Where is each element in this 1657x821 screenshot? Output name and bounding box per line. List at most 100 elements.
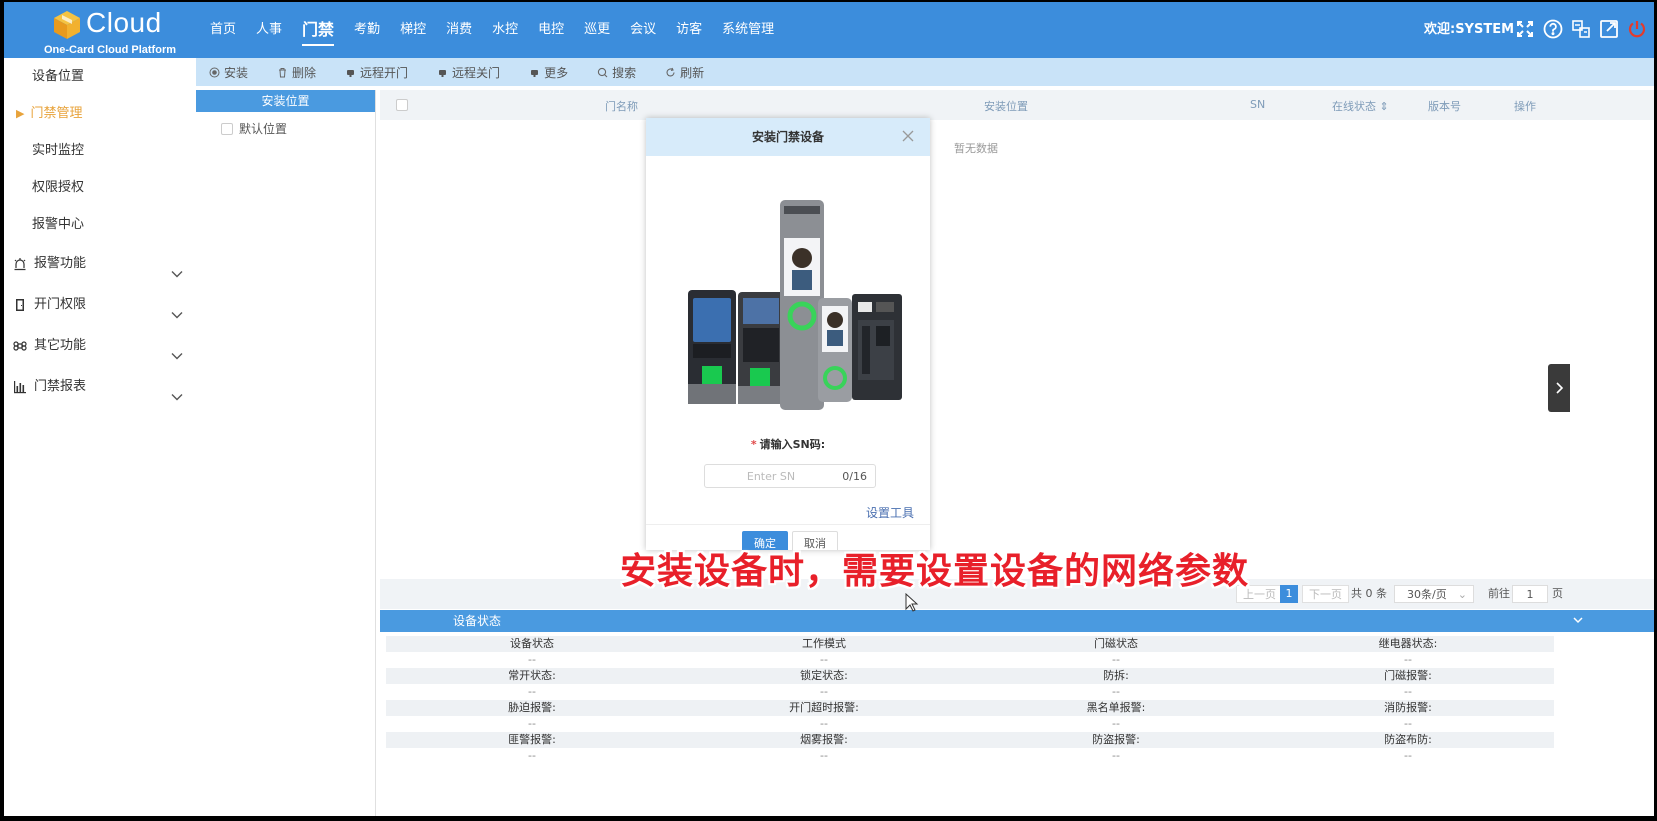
logo-text: Cloud — [86, 7, 162, 38]
toolbar-button-2[interactable]: 远程开门 — [344, 64, 408, 81]
sidebar-group-label: 报警功能 — [34, 256, 87, 271]
device-status-panel: 设备状态 设备状态 工作模式 门磁状态 继电器状态: -- -- -- -- 常开状态: 锁定状态… — [380, 610, 1654, 816]
select-all-checkbox[interactable] — [396, 99, 408, 111]
column-online-status[interactable]: 在线状态 ⇕ — [1332, 98, 1389, 114]
external-link-icon[interactable] — [1598, 18, 1620, 40]
status-value: -- — [820, 717, 828, 730]
sn-label-text: 请输入SN码: — [759, 438, 826, 451]
sidebar-item-4[interactable]: 报警中心 — [4, 206, 194, 243]
sidebar-item-2[interactable]: 实时监控 — [4, 132, 194, 169]
status-value: -- — [1112, 749, 1120, 762]
nav-item-2[interactable]: 门禁 — [302, 2, 335, 58]
status-value-row: -- -- -- -- — [386, 652, 1554, 668]
toolbar-button-6[interactable]: 刷新 — [664, 64, 704, 81]
set-tool-link[interactable]: 设置工具 — [866, 504, 914, 521]
status-label: 设备状态 — [510, 637, 554, 650]
power-icon[interactable] — [1626, 18, 1648, 40]
refresh-icon — [664, 66, 676, 78]
location-item-default[interactable]: 默认位置 — [196, 120, 375, 137]
chevron-down-icon[interactable] — [170, 339, 184, 360]
nav-item-8[interactable]: 巡更 — [584, 2, 610, 58]
sn-input[interactable] — [705, 465, 837, 487]
alarm-icon — [12, 256, 28, 272]
status-label-row: 常开状态: 锁定状态: 防拆: 门磁报警: — [386, 668, 1554, 684]
install-device-modal: 安装门禁设备 * 请输入SN码: Enter SN 0/16 设置工具 确定 取… — [646, 118, 930, 550]
chevron-down-icon[interactable] — [1572, 614, 1584, 626]
header-actions — [1514, 18, 1648, 40]
sidebar-group-0[interactable]: 报警功能 — [4, 243, 194, 284]
status-panel-title: 设备状态 — [453, 614, 502, 628]
column-version[interactable]: 版本号 — [1428, 98, 1461, 114]
close-icon[interactable] — [902, 130, 914, 142]
sidebar-group-label: 其它功能 — [34, 338, 87, 353]
sidebar-group-1[interactable]: 开门权限 — [4, 284, 194, 325]
toolbar-button-label: 远程开门 — [360, 65, 409, 80]
sidebar-item-1[interactable]: ▶ 门禁管理 — [4, 95, 194, 132]
toolbar-button-1[interactable]: 删除 — [276, 64, 316, 81]
nav-item-5[interactable]: 消费 — [446, 2, 472, 58]
chevron-down-icon[interactable] — [170, 380, 184, 401]
nav-item-0[interactable]: 首页 — [210, 2, 236, 58]
page-size-select[interactable]: 30条/页 ⌄ — [1394, 585, 1474, 603]
nav-item-10[interactable]: 访客 — [676, 2, 702, 58]
status-label: 门磁状态 — [1094, 637, 1138, 650]
status-value: -- — [820, 749, 828, 762]
toolbar-button-label: 更多 — [544, 65, 569, 80]
nav-item-9[interactable]: 会议 — [630, 2, 656, 58]
sidebar-group-3[interactable]: 门禁报表 — [4, 366, 194, 407]
status-label-row: 胁迫报警: 开门超时报警: 黑名单报警: 消防报警: — [386, 700, 1554, 716]
status-value: -- — [528, 685, 536, 698]
nav-item-7[interactable]: 电控 — [538, 2, 564, 58]
chevron-right-icon — [1556, 382, 1564, 394]
nav-item-6[interactable]: 水控 — [492, 2, 518, 58]
status-value-row: -- -- -- -- — [386, 748, 1554, 764]
toolbar-button-4[interactable]: 更多 — [528, 64, 568, 81]
status-grid: 设备状态 工作模式 门磁状态 继电器状态: -- -- -- -- 常开状态: 锁定状态: 防拆: 门… — [386, 636, 1554, 764]
sidebar-item-label: 设备位置 — [32, 69, 85, 84]
sidebar-item-0[interactable]: 设备位置 — [4, 58, 194, 95]
app-window: Cloud One-Card Cloud Platform 首页 人事 门禁 考勤 梯控… — [4, 2, 1654, 816]
location-panel: 安装位置 默认位置 — [196, 90, 376, 816]
nav-item-3[interactable]: 考勤 — [354, 2, 380, 58]
status-label: 消防报警: — [1384, 701, 1432, 714]
column-sn[interactable]: SN — [1250, 98, 1265, 111]
sidebar-item-3[interactable]: 权限授权 — [4, 169, 194, 206]
status-label: 继电器状态: — [1378, 637, 1438, 650]
goto-page-input[interactable]: 1 — [1512, 585, 1548, 603]
fullscreen-icon[interactable] — [1514, 18, 1536, 40]
table-header: 门名称 安装位置 SN 在线状态 ⇕ 版本号 操作 — [380, 90, 1654, 120]
next-page-button[interactable]: 下一页 — [1302, 585, 1349, 603]
sn-char-counter: 0/16 — [842, 470, 867, 483]
switch-icon[interactable] — [1570, 18, 1592, 40]
location-item-label: 默认位置 — [239, 122, 288, 136]
status-label: 锁定状态: — [800, 669, 848, 682]
status-label: 工作模式 — [802, 637, 846, 650]
help-icon[interactable] — [1542, 18, 1564, 40]
nav-item-11[interactable]: 系统管理 — [722, 2, 774, 58]
status-value: -- — [528, 653, 536, 666]
chevron-down-icon[interactable] — [170, 298, 184, 319]
column-install-location[interactable]: 安装位置 — [984, 98, 1028, 114]
toolbar-button-label: 删除 — [292, 65, 317, 80]
toolbar-button-5[interactable]: 搜索 — [596, 64, 636, 81]
toolbar-button-0[interactable]: 安装 — [208, 64, 248, 81]
current-page-button[interactable]: 1 — [1280, 585, 1298, 603]
sidebar-group-label: 门禁报表 — [34, 379, 87, 394]
toolbar-button-3[interactable]: 远程关门 — [436, 64, 500, 81]
sort-icon[interactable]: ⇕ — [1380, 100, 1389, 113]
column-door-name[interactable]: 门名称 — [605, 98, 638, 114]
nav-item-1[interactable]: 人事 — [256, 2, 282, 58]
sidebar-group-2[interactable]: 其它功能 — [4, 325, 194, 366]
goto-label: 前往 — [1488, 587, 1510, 600]
location-checkbox[interactable] — [221, 122, 233, 135]
chevron-down-icon[interactable] — [170, 257, 184, 278]
sn-label: * 请输入SN码: — [646, 436, 930, 452]
sidebar-item-label: 权限授权 — [32, 180, 85, 195]
right-panel-toggle[interactable] — [1548, 364, 1570, 412]
modal-header: 安装门禁设备 — [646, 118, 930, 156]
status-panel-header[interactable]: 设备状态 — [380, 610, 1654, 632]
video-caption: 安装设备时，需要设置设备的网络参数 — [620, 551, 1250, 592]
report-chart-icon — [12, 379, 28, 395]
install-icon — [208, 66, 220, 78]
nav-item-4[interactable]: 梯控 — [400, 2, 426, 58]
